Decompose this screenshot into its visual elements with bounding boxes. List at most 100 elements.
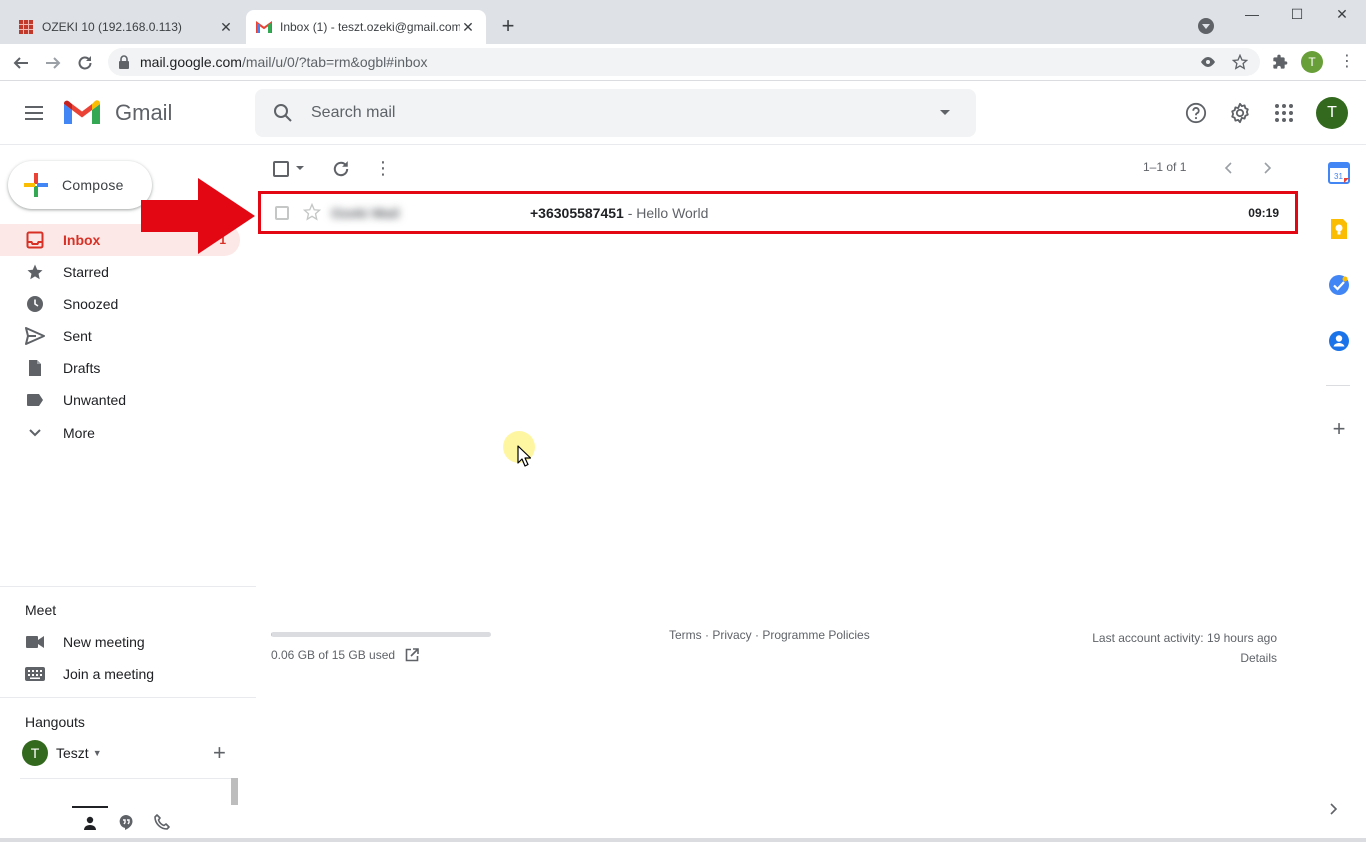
person-icon: [83, 816, 97, 835]
main-menu-icon[interactable]: [22, 101, 46, 125]
nav-label: Snoozed: [63, 296, 119, 312]
maximize-window-icon[interactable]: ☐: [1277, 6, 1317, 23]
hangouts-panel: [20, 778, 238, 806]
browser-tab-gmail[interactable]: Inbox (1) - teszt.ozeki@gmail.com ✕: [246, 10, 486, 44]
nav-item-starred[interactable]: Starred: [0, 256, 240, 288]
new-meeting-item[interactable]: New meeting: [25, 632, 145, 652]
reload-icon[interactable]: [74, 52, 96, 74]
compose-button[interactable]: Compose: [8, 161, 152, 209]
search-options-icon[interactable]: [940, 110, 950, 115]
help-icon[interactable]: [1184, 101, 1208, 125]
svg-text:31: 31: [1334, 172, 1343, 181]
contacts-icon[interactable]: [1328, 330, 1350, 352]
newer-page-icon[interactable]: [1220, 159, 1236, 177]
hangouts-section-title: Hangouts: [25, 714, 85, 730]
nav-item-unwanted[interactable]: Unwanted: [0, 384, 240, 416]
nav-label: Drafts: [63, 360, 101, 376]
hangouts-avatar: T: [22, 740, 48, 766]
open-external-icon[interactable]: [405, 648, 419, 662]
message-snippet: - Hello World: [623, 205, 709, 221]
red-arrow-icon: [141, 178, 255, 254]
select-dropdown-icon[interactable]: [296, 166, 304, 170]
gmail-logo-text: Gmail: [115, 100, 173, 125]
close-window-icon[interactable]: ✕: [1322, 6, 1362, 23]
get-addons-button[interactable]: +: [1328, 418, 1350, 440]
message-sender: Ozeki Mail: [331, 205, 400, 221]
message-checkbox[interactable]: [275, 206, 289, 220]
url-host: mail.google.com: [140, 54, 242, 70]
chat-bubble-icon: [118, 814, 134, 835]
older-page-icon[interactable]: [1260, 159, 1276, 177]
account-avatar[interactable]: T: [1316, 97, 1348, 129]
forward-icon[interactable]: [42, 52, 64, 74]
apps-grid-icon[interactable]: [1272, 101, 1296, 125]
message-subject-line: +36305587451 - Hello World: [530, 205, 708, 221]
close-tab-icon[interactable]: ✕: [218, 19, 234, 36]
star-icon: [25, 262, 45, 282]
bookmark-star-icon[interactable]: [1231, 53, 1249, 71]
nav-label: More: [63, 425, 95, 441]
new-tab-button[interactable]: +: [496, 14, 520, 38]
back-icon[interactable]: [10, 52, 32, 74]
browser-tab-ozeki[interactable]: OZEKI 10 (192.168.0.113) ✕: [8, 10, 244, 44]
chevron-down-icon: [25, 423, 45, 443]
meet-divider: [0, 697, 256, 698]
minimize-window-icon[interactable]: —: [1232, 6, 1272, 22]
storage-progress-bar: [271, 632, 491, 637]
conversations-tab[interactable]: [108, 806, 144, 842]
select-all-checkbox[interactable]: [273, 161, 289, 177]
ozeki-favicon-icon: [18, 19, 34, 35]
close-tab-icon[interactable]: ✕: [460, 19, 476, 36]
nav-item-snoozed[interactable]: Snoozed: [0, 288, 240, 320]
browser-menu-icon[interactable]: ⋮: [1339, 53, 1355, 71]
extensions-icon[interactable]: [1271, 53, 1289, 71]
eye-icon[interactable]: [1199, 53, 1217, 71]
hangouts-scrollbar[interactable]: [231, 778, 238, 805]
star-toggle-icon[interactable]: [302, 202, 322, 226]
search-input[interactable]: [311, 99, 911, 127]
tab-search-icon[interactable]: [1198, 18, 1214, 34]
join-meeting-item[interactable]: Join a meeting: [25, 664, 154, 684]
nav-item-drafts[interactable]: Drafts: [0, 352, 240, 384]
nav-item-sent[interactable]: Sent: [0, 320, 240, 352]
compose-plus-icon: [20, 169, 52, 201]
table-row[interactable]: Ozeki Mail +36305587451 - Hello World 09…: [258, 191, 1298, 234]
nav-label: Starred: [63, 264, 109, 280]
hangouts-tabs: [72, 806, 180, 842]
browser-profile-avatar[interactable]: T: [1301, 51, 1323, 73]
account-activity: Last account activity: 19 hours ago Deta…: [1092, 628, 1277, 668]
nav-item-more[interactable]: More: [0, 417, 240, 449]
refresh-icon[interactable]: [332, 160, 350, 183]
add-hangout-button[interactable]: +: [213, 742, 226, 764]
side-panel: 31 +: [1310, 146, 1366, 842]
browser-toolbar: mail.google.com/mail/u/0/?tab=rm&ogbl#in…: [0, 44, 1366, 81]
contacts-tab[interactable]: [72, 806, 108, 842]
search-icon[interactable]: [273, 103, 293, 128]
address-bar[interactable]: mail.google.com/mail/u/0/?tab=rm&ogbl#in…: [108, 48, 1260, 76]
keep-icon[interactable]: [1328, 218, 1350, 240]
lock-icon[interactable]: [118, 55, 130, 69]
phone-tab[interactable]: [144, 806, 180, 842]
nav-label: Sent: [63, 328, 92, 344]
video-icon: [25, 632, 45, 652]
more-actions-icon[interactable]: ⋮: [374, 158, 392, 178]
hangouts-user-name: Teszt: [56, 745, 89, 761]
settings-gear-icon[interactable]: [1228, 101, 1252, 125]
join-meeting-label: Join a meeting: [63, 666, 155, 682]
gmail-logo-icon[interactable]: [64, 100, 100, 131]
meet-section-title: Meet: [25, 602, 57, 618]
pagination-label: 1–1 of 1: [1143, 160, 1187, 174]
hangouts-user[interactable]: T Teszt ▼: [22, 740, 102, 766]
url-path: /mail/u/0/?tab=rm&ogbl#inbox: [241, 54, 428, 70]
footer-links[interactable]: Terms · Privacy · Programme Policies: [669, 628, 870, 642]
browser-tabstrip: OZEKI 10 (192.168.0.113) ✕ Inbox (1) - t…: [0, 0, 1366, 44]
caret-down-icon: ▼: [92, 748, 102, 758]
expand-panel-icon[interactable]: [1330, 802, 1338, 820]
draft-icon: [25, 358, 45, 378]
message-subject: +36305587451: [530, 205, 624, 221]
calendar-icon[interactable]: 31: [1328, 162, 1350, 184]
details-link[interactable]: Details: [1092, 648, 1277, 668]
clock-icon: [25, 294, 45, 314]
mouse-cursor-icon: [517, 445, 531, 467]
tasks-icon[interactable]: [1328, 274, 1350, 296]
